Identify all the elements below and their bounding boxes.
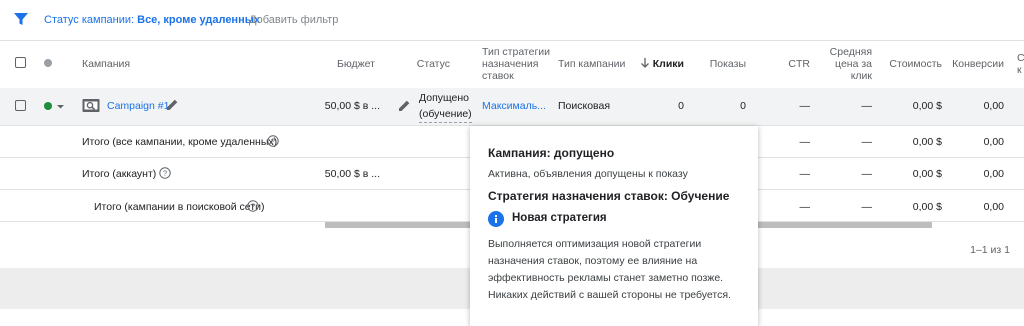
bid-strategy-link[interactable]: Максималь... xyxy=(482,100,546,112)
campaign-conversions: 0,00 xyxy=(983,100,1004,112)
total-ctr: — xyxy=(799,168,811,180)
total-conversions: 0,00 xyxy=(983,136,1004,148)
status-column-dot-icon xyxy=(44,59,52,67)
header-bid-strategy-line2: назначения xyxy=(482,58,539,70)
tooltip-title: Кампания: допущено xyxy=(488,146,615,160)
campaign-cost: 0,00 $ xyxy=(912,100,942,112)
header-avg-cpc-line2: цена за xyxy=(835,58,872,70)
status-tooltip: Кампания: допущено Активна, объявления д… xyxy=(470,126,758,326)
header-cost[interactable]: Стоимость xyxy=(880,58,942,70)
help-icon[interactable]: ? xyxy=(159,167,171,179)
svg-text:?: ? xyxy=(163,169,167,178)
status-dropdown-icon[interactable] xyxy=(56,102,65,111)
total-cost: 0,00 $ xyxy=(912,201,942,213)
svg-text:?: ? xyxy=(271,137,275,146)
total-avg-cpc: — xyxy=(861,201,873,213)
header-budget[interactable]: Бюджет xyxy=(310,58,375,70)
campaign-status-line1: Допущено xyxy=(419,92,470,104)
total-ctr: — xyxy=(799,136,811,148)
total-avg-cpc: — xyxy=(861,168,873,180)
pagination-range: 1–1 из 1 xyxy=(970,244,1010,256)
total-conversions: 0,00 xyxy=(983,168,1004,180)
campaign-clicks: 0 xyxy=(678,100,684,112)
tooltip-body: Выполняется оптимизация новой стратегии … xyxy=(488,238,731,301)
header-avg-cpc[interactable]: Средняя цена за клик xyxy=(820,46,872,82)
select-all-checkbox[interactable] xyxy=(15,57,26,68)
header-impressions[interactable]: Показы xyxy=(696,58,746,70)
info-icon xyxy=(488,211,504,227)
row-checkbox[interactable] xyxy=(15,100,26,111)
campaign-budget: 50,00 $ в ... xyxy=(324,100,380,112)
search-campaign-icon xyxy=(82,99,100,112)
table-row[interactable]: Campaign #1 50,00 $ в ... Допущено (обуч… xyxy=(0,88,1024,125)
header-conversions[interactable]: Конверсии xyxy=(950,58,1004,70)
total-cost: 0,00 $ xyxy=(912,168,942,180)
filter-icon[interactable] xyxy=(14,12,28,26)
edit-budget-pencil-icon[interactable] xyxy=(398,99,411,112)
campaign-ctr: — xyxy=(799,100,811,112)
svg-text:?: ? xyxy=(251,202,255,211)
help-icon[interactable]: ? xyxy=(267,135,279,147)
tooltip-info-title: Новая стратегия xyxy=(512,212,607,224)
campaign-name-link[interactable]: Campaign #1 xyxy=(107,100,169,112)
tooltip-subtitle: Активна, объявления допущены к показу xyxy=(488,168,688,180)
campaign-impressions: 0 xyxy=(740,100,746,112)
total-label: Итого (аккаунт) xyxy=(82,168,157,180)
header-ctr[interactable]: CTR xyxy=(770,58,810,70)
campaign-status[interactable]: Допущено (обучение) xyxy=(419,90,472,123)
campaign-status-line2: (обучение) xyxy=(419,108,472,120)
filter-bar: Статус кампании: Все, кроме удаленных До… xyxy=(0,0,1024,40)
divider xyxy=(0,40,1024,41)
edit-campaign-name-pencil-icon[interactable] xyxy=(166,98,179,111)
status-filter-chip[interactable]: Статус кампании: Все, кроме удаленных xyxy=(44,14,260,26)
header-bid-strategy-type[interactable]: Тип стратегии назначения ставок xyxy=(482,46,550,82)
tooltip-strategy-title: Стратегия назначения ставок: Обучение xyxy=(488,189,730,203)
header-bid-strategy-line3: ставок xyxy=(482,70,514,82)
status-filter-value: Все, кроме удаленных xyxy=(137,14,261,26)
header-truncated-line2: к xyxy=(1017,64,1022,76)
header-campaign[interactable]: Кампания xyxy=(82,58,130,70)
header-avg-cpc-line1: Средняя xyxy=(829,46,872,58)
total-conversions: 0,00 xyxy=(983,201,1004,213)
total-cost: 0,00 $ xyxy=(912,136,942,148)
add-filter-button[interactable]: Добавить фильтр xyxy=(249,14,338,26)
status-enabled-dot-icon[interactable] xyxy=(44,102,52,110)
header-truncated-line1: С xyxy=(1017,52,1024,64)
total-ctr: — xyxy=(799,201,811,213)
status-filter-label: Статус кампании: xyxy=(44,14,135,26)
header-truncated-column[interactable]: С к xyxy=(1017,52,1024,76)
total-label: Итого (кампании в поисковой сети) xyxy=(94,201,265,213)
header-status[interactable]: Статус xyxy=(400,58,450,70)
header-clicks[interactable]: Клики xyxy=(640,58,684,70)
header-avg-cpc-line3: клик xyxy=(850,70,872,82)
help-icon[interactable]: ? xyxy=(247,200,259,212)
campaign-avg-cpc: — xyxy=(861,100,873,112)
header-campaign-type[interactable]: Тип кампании xyxy=(558,58,625,70)
total-budget: 50,00 $ в ... xyxy=(324,168,380,180)
header-bid-strategy-line1: Тип стратегии xyxy=(482,46,551,58)
total-label: Итого (все кампании, кроме удаленных) xyxy=(82,136,278,148)
total-avg-cpc: — xyxy=(861,136,873,148)
campaign-type: Поисковая xyxy=(558,100,611,112)
